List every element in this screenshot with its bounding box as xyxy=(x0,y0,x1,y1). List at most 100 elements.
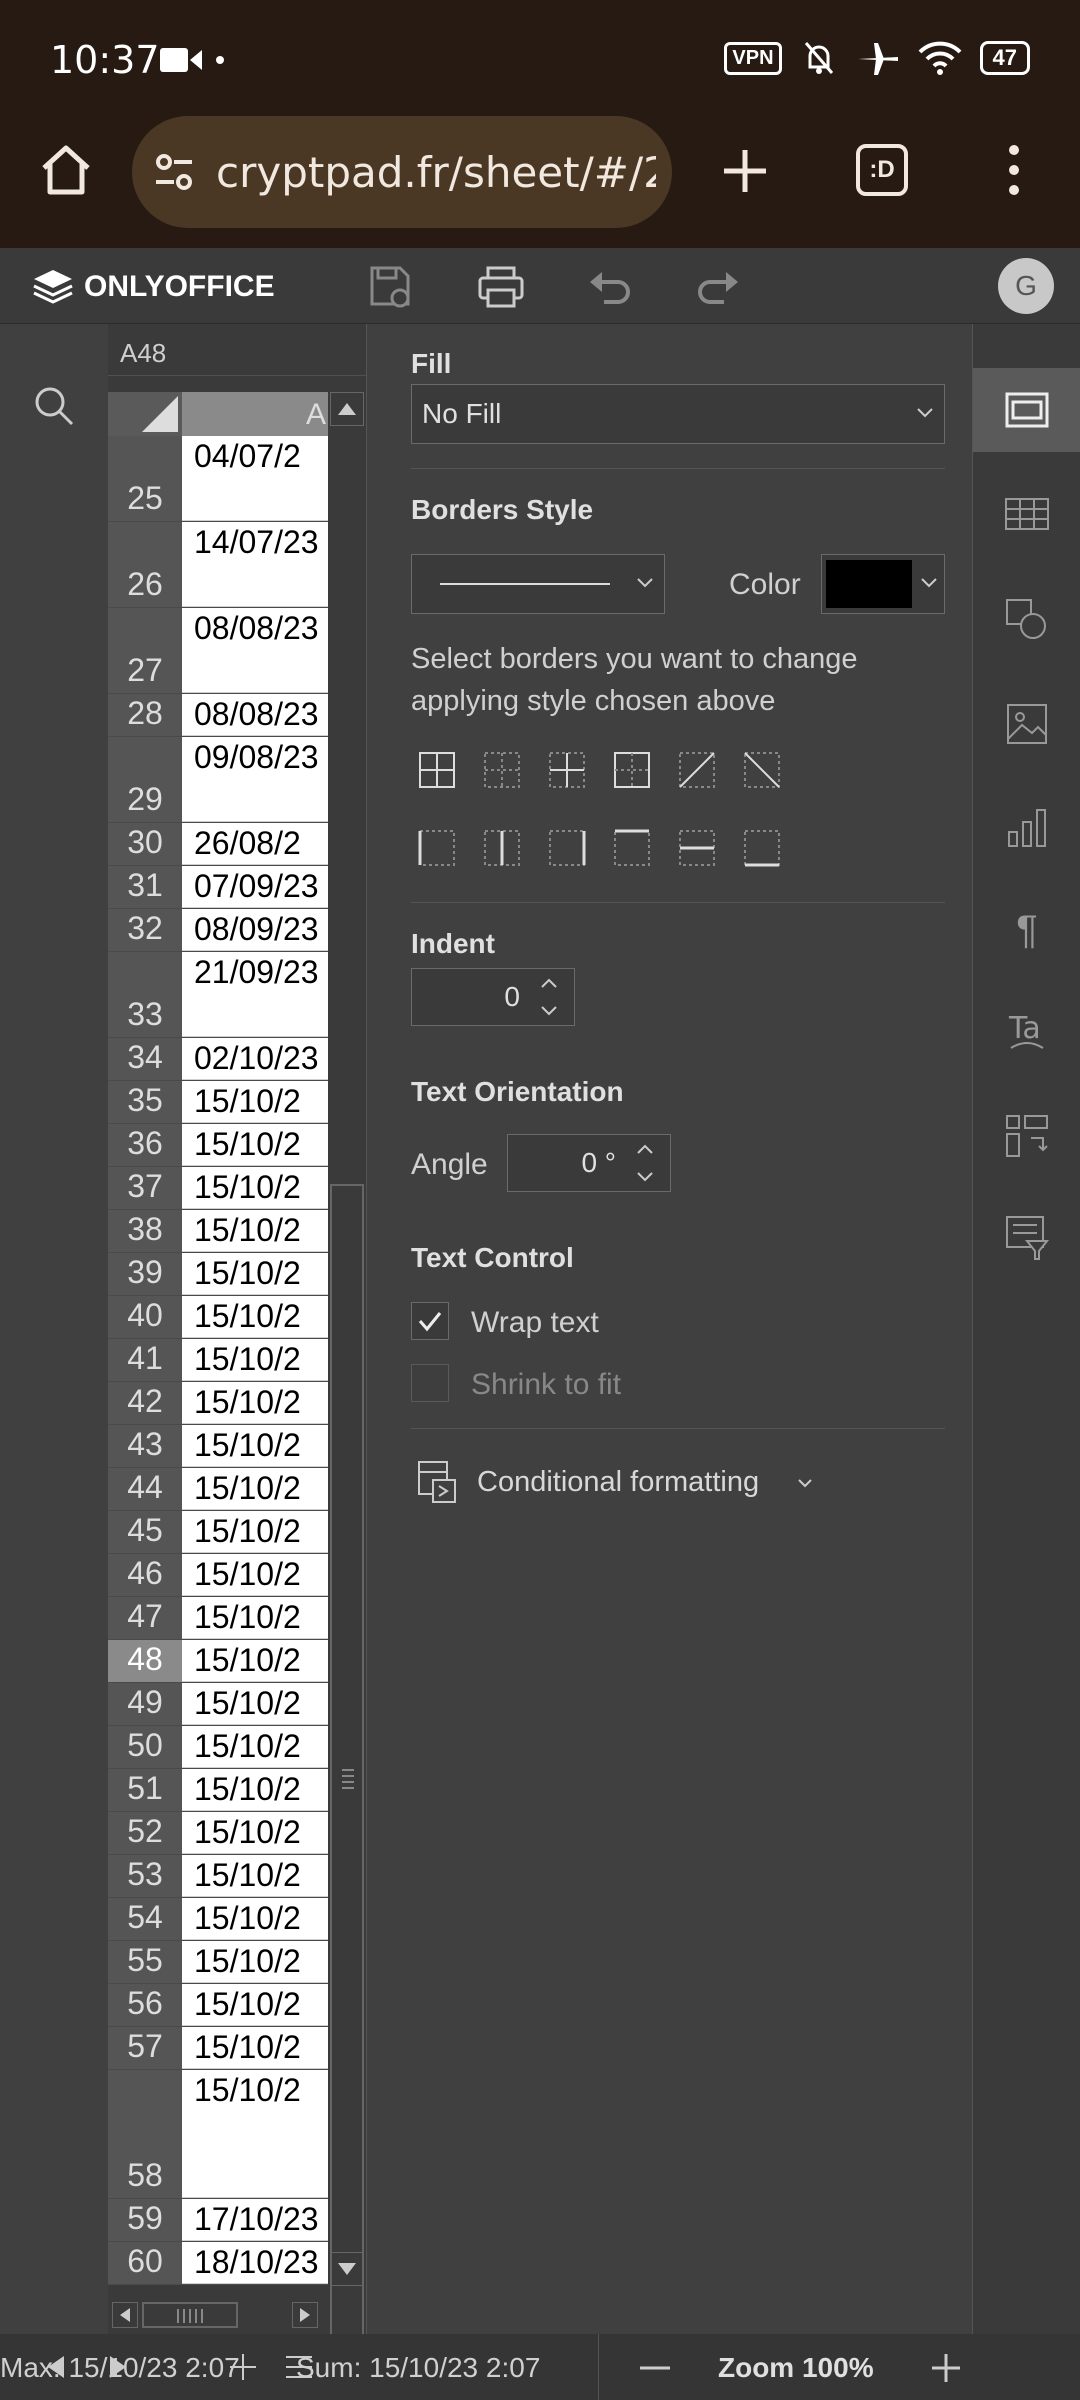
cell-reference-box[interactable]: A48 xyxy=(108,324,366,376)
row-number[interactable]: 37 xyxy=(108,1167,182,1209)
row-number[interactable]: 60 xyxy=(108,2242,182,2284)
left-border-icon[interactable] xyxy=(417,828,457,868)
row-number[interactable]: 30 xyxy=(108,823,182,865)
tab-text-art-settings[interactable]: Ta xyxy=(973,990,1080,1074)
diagonal-down-border-icon[interactable] xyxy=(742,750,782,790)
cell[interactable]: 21/09/23 xyxy=(182,952,328,1037)
outer-borders-icon[interactable] xyxy=(612,750,652,790)
tab-switcher-icon[interactable]: :D xyxy=(856,144,908,196)
all-borders-icon[interactable] xyxy=(417,750,457,790)
cell[interactable]: 15/10/2 xyxy=(182,1081,328,1123)
row-number[interactable]: 29 xyxy=(108,737,182,822)
cell[interactable]: 15/10/2 xyxy=(182,1597,328,1639)
conditional-formatting-button[interactable]: Conditional formatting xyxy=(411,1454,831,1510)
row-number[interactable]: 51 xyxy=(108,1769,182,1811)
cell[interactable]: 07/09/23 xyxy=(182,866,328,908)
angle-stepper[interactable]: 0 ° xyxy=(507,1134,671,1192)
row-number[interactable]: 35 xyxy=(108,1081,182,1123)
row-number[interactable]: 32 xyxy=(108,909,182,951)
row-number[interactable]: 42 xyxy=(108,1382,182,1424)
cell[interactable]: 15/10/2 xyxy=(182,1941,328,1983)
column-header-a[interactable]: A xyxy=(182,392,328,436)
cell[interactable]: 15/10/2 xyxy=(182,1683,328,1725)
scroll-right-button[interactable] xyxy=(292,2302,318,2328)
tab-table-settings[interactable] xyxy=(973,472,1080,556)
zoom-in-icon[interactable] xyxy=(930,2352,962,2384)
cell[interactable]: 15/10/2 xyxy=(182,1124,328,1166)
cell[interactable]: 08/09/23 xyxy=(182,909,328,951)
chevron-up-icon[interactable] xyxy=(540,977,558,989)
row-number[interactable]: 43 xyxy=(108,1425,182,1467)
bottom-border-icon[interactable] xyxy=(742,828,782,868)
cell[interactable]: 15/10/2 xyxy=(182,1812,328,1854)
cell[interactable]: 15/10/2 xyxy=(182,1726,328,1768)
row-number[interactable]: 56 xyxy=(108,1984,182,2026)
search-icon[interactable] xyxy=(32,384,76,428)
chevron-down-icon[interactable] xyxy=(636,1171,654,1183)
row-number[interactable]: 57 xyxy=(108,2027,182,2069)
top-border-icon[interactable] xyxy=(612,828,652,868)
row-number[interactable]: 33 xyxy=(108,952,182,1037)
vertical-scrollbar[interactable] xyxy=(328,392,366,2374)
row-number[interactable]: 59 xyxy=(108,2199,182,2241)
print-icon[interactable] xyxy=(478,266,524,308)
cell[interactable]: 02/10/23 xyxy=(182,1038,328,1080)
cell[interactable]: 15/10/2 xyxy=(182,2027,328,2069)
cell[interactable]: 15/10/2 xyxy=(182,1769,328,1811)
new-tab-icon[interactable] xyxy=(720,146,770,196)
cell[interactable]: 15/10/2 xyxy=(182,1640,328,1682)
scroll-left-button[interactable] xyxy=(112,2302,138,2328)
cell[interactable]: 15/10/2 xyxy=(182,1210,328,1252)
diagonal-up-border-icon[interactable] xyxy=(677,750,717,790)
row-number[interactable]: 31 xyxy=(108,866,182,908)
row-number[interactable]: 49 xyxy=(108,1683,182,1725)
tab-pivot-settings[interactable] xyxy=(973,1094,1080,1178)
redo-icon[interactable] xyxy=(696,268,740,304)
row-number[interactable]: 41 xyxy=(108,1339,182,1381)
avatar[interactable]: G xyxy=(998,258,1054,314)
no-borders-icon[interactable] xyxy=(482,750,522,790)
row-number[interactable]: 44 xyxy=(108,1468,182,1510)
row-number[interactable]: 36 xyxy=(108,1124,182,1166)
row-number[interactable]: 55 xyxy=(108,1941,182,1983)
row-number[interactable]: 40 xyxy=(108,1296,182,1338)
cell[interactable]: 15/10/2 xyxy=(182,1296,328,1338)
row-number[interactable]: 52 xyxy=(108,1812,182,1854)
inner-horizontal-border-icon[interactable] xyxy=(677,828,717,868)
row-number[interactable]: 53 xyxy=(108,1855,182,1897)
save-icon[interactable] xyxy=(368,264,414,310)
cell[interactable]: 15/10/2 xyxy=(182,1382,328,1424)
border-style-dropdown[interactable] xyxy=(411,554,665,614)
tab-image-settings[interactable] xyxy=(973,682,1080,766)
cell[interactable]: 15/10/2 xyxy=(182,1855,328,1897)
tab-shape-settings[interactable] xyxy=(973,578,1080,662)
address-bar[interactable]: cryptpad.fr/sheet/#/2/ xyxy=(132,116,672,228)
chevron-up-icon[interactable] xyxy=(636,1143,654,1155)
row-number[interactable]: 54 xyxy=(108,1898,182,1940)
row-number[interactable]: 34 xyxy=(108,1038,182,1080)
cell[interactable]: 15/10/2 xyxy=(182,1984,328,2026)
next-sheet-icon[interactable] xyxy=(108,2354,128,2380)
row-number[interactable]: 38 xyxy=(108,1210,182,1252)
zoom-out-icon[interactable] xyxy=(640,2366,670,2370)
cell[interactable]: 08/08/23 xyxy=(182,608,328,693)
inner-vertical-border-icon[interactable] xyxy=(482,828,522,868)
row-number[interactable]: 25 xyxy=(108,436,182,521)
cell[interactable]: 15/10/2 xyxy=(182,1511,328,1553)
row-number[interactable]: 45 xyxy=(108,1511,182,1553)
scroll-down-button[interactable] xyxy=(330,2252,364,2286)
cell[interactable]: 15/10/2 xyxy=(182,1898,328,1940)
tab-slicer-settings[interactable] xyxy=(973,1196,1080,1280)
home-icon[interactable] xyxy=(38,142,94,198)
horizontal-scrollbar[interactable] xyxy=(108,2298,328,2332)
row-number[interactable]: 27 xyxy=(108,608,182,693)
chevron-down-icon[interactable] xyxy=(540,1005,558,1017)
row-number[interactable]: 39 xyxy=(108,1253,182,1295)
cell[interactable]: 15/10/2 xyxy=(182,1554,328,1596)
shrink-to-fit-checkbox[interactable] xyxy=(411,1364,449,1402)
tab-paragraph-settings[interactable]: ¶ xyxy=(973,888,1080,972)
row-number[interactable]: 46 xyxy=(108,1554,182,1596)
row-number[interactable]: 58 xyxy=(108,2070,182,2198)
undo-icon[interactable] xyxy=(588,268,632,304)
prev-sheet-icon[interactable] xyxy=(46,2354,66,2380)
